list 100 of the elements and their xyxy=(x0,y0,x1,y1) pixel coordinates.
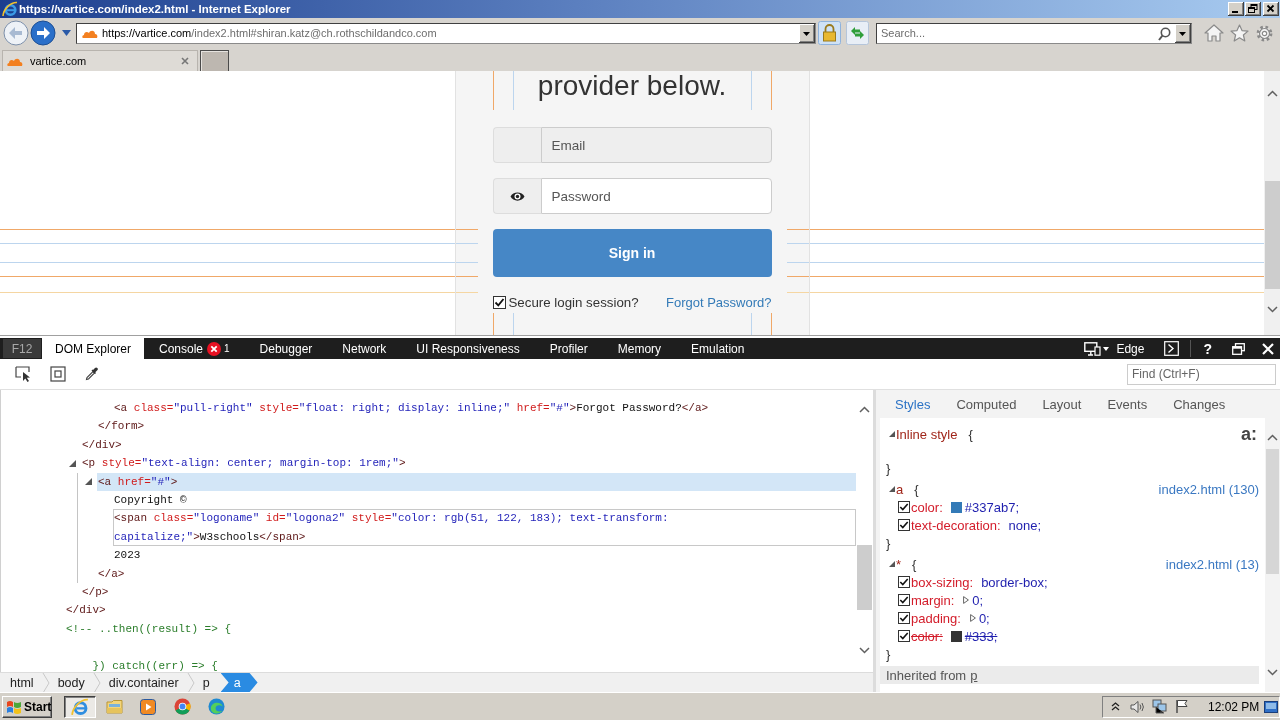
chevron-up-icon[interactable] xyxy=(1266,90,1278,97)
expand-triangle-icon[interactable] xyxy=(889,431,895,437)
chevron-up-icon[interactable] xyxy=(1267,434,1278,441)
devtools-tab[interactable]: Emulation xyxy=(676,338,760,359)
refresh-icon[interactable] xyxy=(846,21,869,45)
styles-tab[interactable]: Changes xyxy=(1160,396,1239,412)
close-icon[interactable] xyxy=(1263,2,1279,16)
devtools-tab[interactable]: Network xyxy=(327,338,402,359)
breadcrumb-item[interactable]: body xyxy=(52,673,90,692)
chevron-down-icon[interactable] xyxy=(859,647,870,654)
scrollbar-thumb[interactable] xyxy=(857,545,872,610)
source-link[interactable]: index2.html (130) xyxy=(1158,481,1259,497)
taskbar-button[interactable] xyxy=(64,695,96,718)
star-icon[interactable] xyxy=(1230,24,1249,42)
select-element-icon[interactable] xyxy=(15,366,32,382)
start-button[interactable]: Start xyxy=(2,695,52,718)
dom-node-line[interactable]: <span class="logoname" id="logona2" style="color: rgb(51, 122, 183); text-transform: capitalize;">W3schools</span> xyxy=(113,509,856,547)
checkbox-label[interactable]: Secure login session? xyxy=(508,294,639,310)
address-field[interactable]: https://vartice.com/index2.html#shiran.katz@ch.rothschildandco.com xyxy=(76,22,816,44)
checkbox[interactable] xyxy=(898,612,910,624)
home-icon[interactable] xyxy=(1204,24,1224,42)
color-swatch-icon[interactable] xyxy=(950,501,962,513)
css-property-value[interactable]: 0; xyxy=(978,610,990,626)
checkbox[interactable] xyxy=(898,594,910,606)
document-mode-dropdown[interactable]: Edge xyxy=(1084,341,1145,356)
expand-triangle-icon[interactable] xyxy=(69,459,76,467)
search-field[interactable]: Search... xyxy=(876,22,1192,44)
scrollbar[interactable] xyxy=(1264,71,1280,335)
element-link[interactable]: p xyxy=(970,667,978,683)
scrollbar-thumb[interactable] xyxy=(1266,449,1279,574)
css-property-value[interactable]: border-box; xyxy=(981,574,1048,590)
password-field[interactable]: Password xyxy=(540,178,772,214)
devtools-tab[interactable]: Console 1 xyxy=(144,338,245,359)
chevron-down-icon[interactable] xyxy=(1267,669,1278,676)
minimize-icon[interactable] xyxy=(1228,2,1244,16)
scrollbar[interactable] xyxy=(1265,418,1280,692)
css-property-value[interactable]: #333; xyxy=(964,628,998,644)
css-property-name[interactable]: margin: xyxy=(911,592,955,608)
dom-node-line[interactable]: </form> xyxy=(97,417,856,436)
scrollbar-thumb[interactable] xyxy=(1264,181,1280,289)
checkbox[interactable] xyxy=(898,576,910,588)
find-field[interactable]: Find (Ctrl+F) xyxy=(1127,363,1276,385)
devtools-tab[interactable]: Profiler xyxy=(534,338,603,359)
expand-triangle-icon[interactable] xyxy=(85,478,92,486)
expand-triangle-icon[interactable] xyxy=(963,596,970,604)
breadcrumb-item[interactable]: div.container xyxy=(103,673,184,692)
expand-triangle-icon[interactable] xyxy=(969,614,976,622)
dom-node-line[interactable]: 2023 xyxy=(113,546,856,565)
breadcrumb-item[interactable]: html xyxy=(5,673,39,692)
checkbox[interactable] xyxy=(492,295,506,309)
css-property-value[interactable]: 0; xyxy=(972,592,984,608)
styles-tab[interactable]: Layout xyxy=(1029,396,1095,412)
css-property-name[interactable]: color: xyxy=(911,628,943,644)
dom-node-line[interactable]: <!-- ..then((result) => { }) catch((err) => { xyxy=(65,619,856,672)
nested-square-icon[interactable] xyxy=(50,366,66,382)
network-icon[interactable] xyxy=(1152,699,1167,714)
checkbox[interactable] xyxy=(898,630,910,642)
css-property-value[interactable]: none; xyxy=(1008,517,1042,533)
chevron-up-icon[interactable] xyxy=(859,406,870,413)
css-property-name[interactable]: box-sizing: xyxy=(911,574,974,590)
eyedropper-icon[interactable] xyxy=(85,367,98,381)
settings-icon[interactable] xyxy=(1255,23,1274,43)
speaker-icon[interactable] xyxy=(1130,699,1145,714)
dom-node-line[interactable]: Copyright © xyxy=(113,491,856,510)
devtools-tab[interactable]: UI Responsiveness xyxy=(401,338,535,359)
desktop-icon[interactable] xyxy=(1264,698,1278,715)
sign-in-button[interactable]: Sign in xyxy=(492,229,772,277)
devtools-tab[interactable]: DOM Explorer xyxy=(42,338,144,359)
dom-node-line[interactable]: </p> xyxy=(81,583,856,602)
restore-icon[interactable] xyxy=(1245,2,1261,16)
search-icon[interactable] xyxy=(1158,26,1171,41)
checkbox[interactable] xyxy=(898,501,910,513)
chevron-down-icon[interactable] xyxy=(1266,306,1278,313)
url-text[interactable]: https://vartice.com/index2.html#shiran.katz@ch.rothschildandco.com xyxy=(102,27,437,39)
forgot-password-link[interactable]: Forgot Password? xyxy=(666,294,772,310)
css-property-name[interactable]: text-decoration: xyxy=(911,517,1001,533)
styles-tab[interactable]: Computed xyxy=(943,396,1030,412)
color-swatch-icon[interactable] xyxy=(950,630,962,642)
restore-icon[interactable] xyxy=(1232,342,1245,355)
css-property-value[interactable]: #337ab7; xyxy=(964,499,1020,515)
flag-icon[interactable] xyxy=(1175,699,1189,714)
dom-node-line[interactable]: </div> xyxy=(81,435,856,455)
dom-node-line[interactable]: </div> xyxy=(65,601,856,620)
expand-triangle-icon[interactable] xyxy=(889,486,895,492)
caret-down-icon[interactable] xyxy=(62,30,71,36)
new-tab-button[interactable] xyxy=(200,50,229,71)
devtools-tab[interactable]: Memory xyxy=(602,338,677,359)
styles-tab[interactable]: Styles xyxy=(882,396,944,412)
pseudo-state-button[interactable]: a: xyxy=(1241,425,1257,443)
clock[interactable]: 12:02 PM xyxy=(1208,699,1260,714)
dropdown-arrow-icon[interactable] xyxy=(799,23,815,43)
breadcrumb-item[interactable]: p xyxy=(197,673,215,692)
help-button[interactable]: ? xyxy=(1203,340,1212,357)
styles-tab[interactable]: Events xyxy=(1094,396,1161,412)
expand-triangle-icon[interactable] xyxy=(889,561,895,567)
css-property-name[interactable]: padding: xyxy=(911,610,961,626)
dom-node-line[interactable]: <a class="pull-right" style="float: right; display: inline;" href="#">Forgot Password?</a> xyxy=(113,399,856,418)
dom-node-line[interactable]: <p style="text-align: center; margin-top: 1rem;"> xyxy=(81,454,856,473)
breadcrumb-item[interactable]: a xyxy=(220,673,258,692)
dom-node-line[interactable]: </a> xyxy=(97,564,856,584)
